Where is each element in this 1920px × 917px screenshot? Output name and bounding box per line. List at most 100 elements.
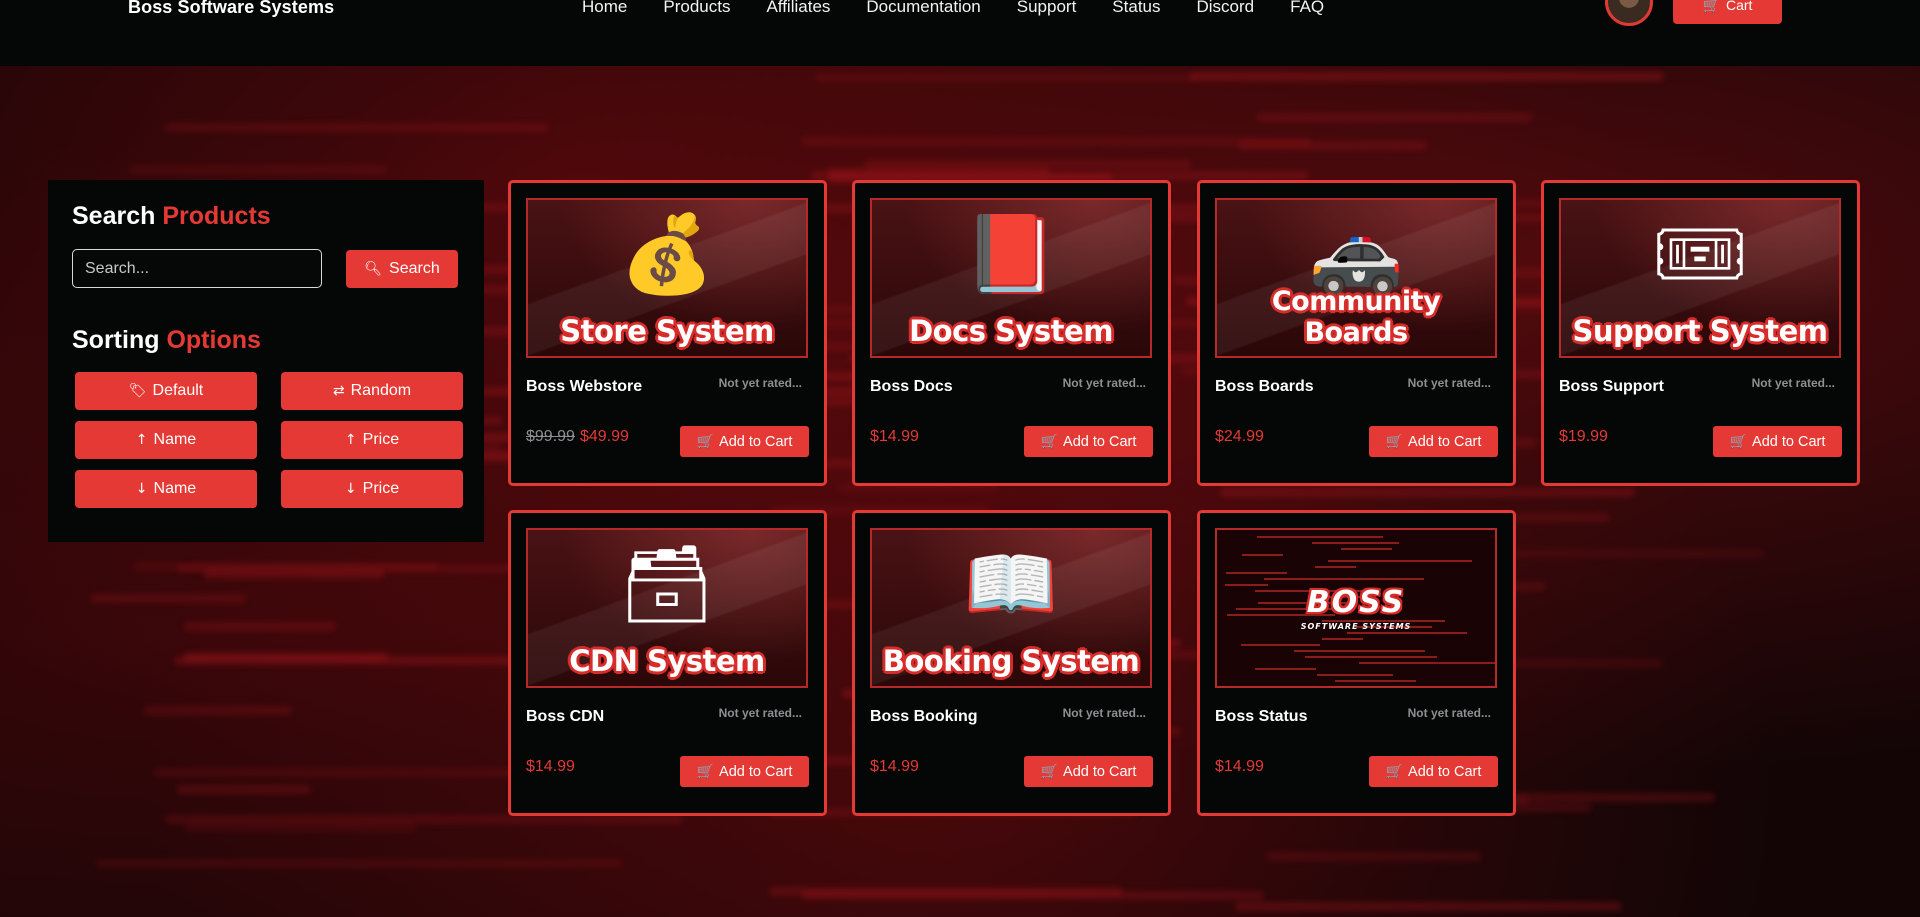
add-to-cart-button[interactable]: 🛒 Add to Cart	[680, 426, 809, 457]
background-code-line	[1219, 488, 1636, 497]
product-thumbnail[interactable]: 📖 Booking System	[870, 528, 1152, 688]
nav-products[interactable]: Products	[663, 0, 730, 17]
sort-price-asc-label: Price	[362, 431, 400, 448]
product-thumbnail[interactable]: 🗃 CDN System	[526, 528, 808, 688]
product-thumbnail[interactable]: 📕 Docs System	[870, 198, 1152, 358]
product-card-status[interactable]: BOSS SOFTWARE SYSTEMS Boss Status Not ye…	[1197, 510, 1516, 816]
thumbnail-code-line	[1317, 674, 1393, 676]
thumbnail-code-line	[1255, 668, 1317, 670]
product-thumbnail[interactable]: 💰 Store System	[526, 198, 808, 358]
thumbnail-code-line	[1358, 662, 1495, 664]
search-heading-text: Search	[72, 202, 156, 230]
product-card-cdn[interactable]: 🗃 CDN System Boss CDN Not yet rated... $…	[508, 510, 827, 816]
background-code-line	[163, 122, 549, 132]
add-to-cart-button[interactable]: 🛒 Add to Cart	[680, 756, 809, 787]
background-code-line	[1235, 901, 1623, 911]
product-rating: Not yet rated...	[1062, 376, 1146, 390]
product-card-booking[interactable]: 📖 Booking System Boss Booking Not yet ra…	[852, 510, 1171, 816]
thumbnail-code-line	[1277, 686, 1347, 688]
product-rating: Not yet rated...	[718, 376, 802, 390]
add-to-cart-button[interactable]: 🛒 Add to Cart	[1024, 756, 1153, 787]
sorting-heading: Sorting Options	[72, 326, 261, 355]
background-code-line	[177, 784, 310, 794]
add-to-cart-label: Add to Cart	[719, 763, 793, 780]
money-bag-icon: 💰	[619, 209, 715, 298]
product-price: $14.99	[870, 758, 919, 775]
nav-home[interactable]: Home	[582, 0, 627, 17]
nav-support[interactable]: Support	[1017, 0, 1077, 17]
nav-status[interactable]: Status	[1112, 0, 1160, 17]
add-to-cart-button[interactable]: 🛒 Add to Cart	[1369, 426, 1498, 457]
product-thumbnail[interactable]: BOSS SOFTWARE SYSTEMS	[1215, 528, 1497, 688]
nav-documentation[interactable]: Documentation	[866, 0, 980, 17]
background-code-line	[165, 814, 684, 824]
thumbnail-banner: Store System	[560, 314, 774, 348]
background-code-line	[815, 73, 1196, 83]
sort-random-label: Random	[350, 382, 412, 399]
product-name[interactable]: Boss Status	[1215, 708, 1307, 726]
sorting-heading-accent: Options	[166, 326, 261, 354]
search-input[interactable]	[72, 249, 322, 288]
search-button[interactable]: 🔍︎ Search	[346, 250, 458, 288]
thumbnail-code-line	[1241, 644, 1321, 646]
sort-default-button[interactable]: 🏷︎ Default	[75, 372, 257, 410]
product-card-webstore[interactable]: 💰 Store System Boss Webstore Not yet rat…	[508, 180, 827, 486]
background-code-line	[183, 622, 336, 632]
thumbnail-code-line	[1346, 632, 1467, 634]
ticket-icon: 🎟	[1651, 209, 1749, 298]
product-card-boards[interactable]: 🚓 Community Boards Boss Boards Not yet r…	[1197, 180, 1516, 486]
add-to-cart-button[interactable]: 🛒 Add to Cart	[1713, 426, 1842, 457]
sale-price: $49.99	[579, 428, 629, 445]
product-name[interactable]: Boss CDN	[526, 708, 604, 726]
product-thumbnail[interactable]: 🎟 Support System	[1559, 198, 1841, 358]
cart-button[interactable]: 🛒 Cart	[1673, 0, 1782, 24]
cart-icon: 🛒	[696, 433, 715, 450]
card-file-box-icon: 🗃	[618, 539, 716, 628]
product-card-docs[interactable]: 📕 Docs System Boss Docs Not yet rated...…	[852, 180, 1171, 486]
filter-panel: Search Products 🔍︎ Search Sorting Option…	[48, 180, 484, 542]
thumbnail-code-line	[1293, 650, 1425, 652]
add-to-cart-button[interactable]: 🛒 Add to Cart	[1024, 426, 1153, 457]
main-nav: Home Products Affiliates Documentation S…	[582, 0, 1360, 17]
add-to-cart-button[interactable]: 🛒 Add to Cart	[1369, 756, 1498, 787]
search-heading: Search Products	[72, 202, 271, 231]
product-name[interactable]: Boss Support	[1559, 378, 1664, 396]
add-to-cart-label: Add to Cart	[1408, 433, 1482, 450]
nav-faq[interactable]: FAQ	[1290, 0, 1324, 17]
product-name[interactable]: Boss Webstore	[526, 378, 642, 396]
sort-price-desc-button[interactable]: ↓ Price	[281, 470, 463, 508]
product-thumbnail[interactable]: 🚓 Community Boards	[1215, 198, 1497, 358]
product-rating: Not yet rated...	[1062, 706, 1146, 720]
sort-name-desc-button[interactable]: ↓ Name	[75, 470, 257, 508]
sort-price-asc-button[interactable]: ↑ Price	[281, 421, 463, 459]
nav-affiliates[interactable]: Affiliates	[766, 0, 830, 17]
background-code-line	[185, 822, 417, 832]
cart-icon: 🛒	[1040, 433, 1059, 450]
add-to-cart-label: Add to Cart	[1408, 763, 1482, 780]
sort-price-desc-label: Price	[362, 480, 400, 497]
cart-label: Cart	[1725, 0, 1753, 13]
user-avatar[interactable]	[1605, 0, 1653, 26]
add-to-cart-label: Add to Cart	[1063, 433, 1137, 450]
sort-name-desc-label: Name	[153, 480, 197, 497]
brand-name[interactable]: Boss Software Systems	[128, 0, 334, 18]
product-name[interactable]: Boss Booking	[870, 708, 978, 726]
nav-discord[interactable]: Discord	[1197, 0, 1255, 17]
product-price: $14.99	[1215, 758, 1264, 775]
product-card-support[interactable]: 🎟 Support System Boss Support Not yet ra…	[1541, 180, 1860, 486]
open-book-icon: 📖	[963, 539, 1059, 628]
product-name[interactable]: Boss Docs	[870, 378, 953, 396]
sort-name-asc-button[interactable]: ↑ Name	[75, 421, 257, 459]
thumbnail-banner: Community Boards	[1271, 286, 1441, 348]
sort-random-button[interactable]: ⇄ Random	[281, 372, 463, 410]
product-name[interactable]: Boss Boards	[1215, 378, 1314, 396]
thumbnail-code-line	[1327, 560, 1472, 562]
arrow-up-icon: ↑	[135, 432, 148, 448]
product-rating: Not yet rated...	[1407, 376, 1491, 390]
product-price: $24.99	[1215, 428, 1264, 445]
sorting-heading-text: Sorting	[72, 326, 160, 354]
cart-icon: 🛒	[1385, 763, 1404, 780]
background-code-line	[96, 858, 624, 868]
shuffle-icon: ⇄	[332, 383, 345, 399]
background-code-line	[1190, 72, 1664, 82]
